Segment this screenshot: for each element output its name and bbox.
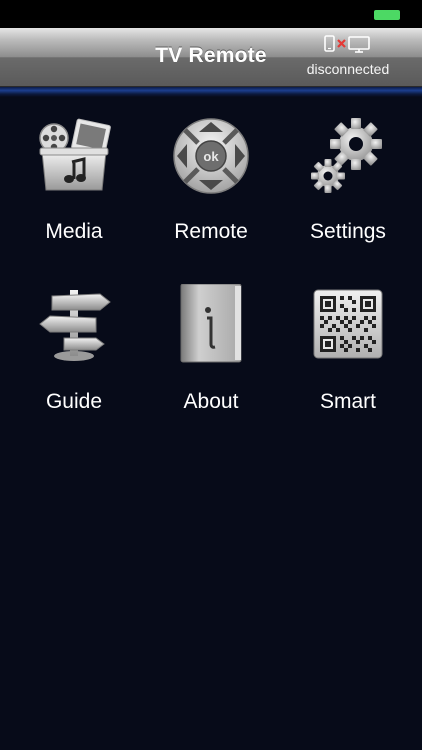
ok-label: ok xyxy=(203,149,219,164)
connection-status: disconnected xyxy=(306,61,390,77)
status-bar xyxy=(0,0,422,28)
menu-item-settings[interactable]: Settings xyxy=(288,112,408,262)
gears-icon xyxy=(311,118,382,193)
menu-item-media[interactable]: Media xyxy=(14,112,134,262)
remote-dpad-icon: ok xyxy=(173,118,249,194)
navigation-bar: TV Remote disconnected xyxy=(0,28,422,87)
info-book-icon xyxy=(180,284,242,363)
connection-icon[interactable] xyxy=(322,35,372,53)
menu-item-guide[interactable]: Guide xyxy=(14,280,134,430)
signpost-icon xyxy=(39,290,111,361)
qr-code-icon xyxy=(313,289,383,359)
menu-item-label: Media xyxy=(45,220,103,243)
header-divider xyxy=(0,87,422,97)
menu-item-smart[interactable]: Smart xyxy=(288,280,408,430)
menu-item-remote[interactable]: ok Remote xyxy=(151,112,271,262)
media-icon xyxy=(39,118,111,191)
menu-item-label: Remote xyxy=(174,220,248,243)
battery-icon xyxy=(374,10,400,20)
menu-item-label: Guide xyxy=(45,390,103,413)
menu-item-label: Settings xyxy=(310,220,386,243)
menu-item-label: About xyxy=(183,390,239,413)
menu-item-about[interactable]: About xyxy=(151,280,271,430)
menu-item-label: Smart xyxy=(319,390,376,413)
